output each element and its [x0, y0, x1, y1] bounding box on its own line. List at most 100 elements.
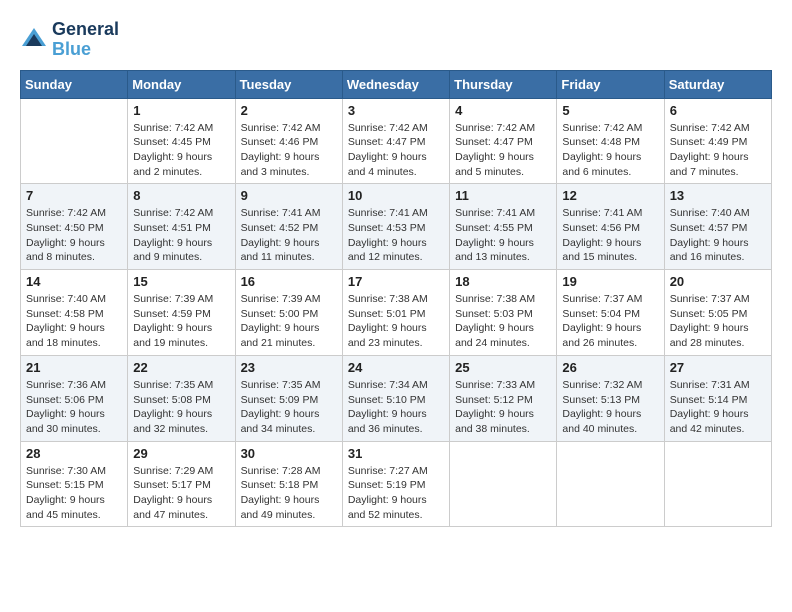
day-number: 1 [133, 103, 229, 118]
day-number: 24 [348, 360, 444, 375]
day-info: Sunrise: 7:42 AM Sunset: 4:48 PM Dayligh… [562, 121, 658, 180]
calendar-cell: 3 Sunrise: 7:42 AM Sunset: 4:47 PM Daylig… [342, 98, 449, 184]
day-info: Sunrise: 7:35 AM Sunset: 5:09 PM Dayligh… [241, 378, 337, 437]
calendar-week-row: 28 Sunrise: 7:30 AM Sunset: 5:15 PM Dayli… [21, 441, 772, 527]
day-info: Sunrise: 7:29 AM Sunset: 5:17 PM Dayligh… [133, 464, 229, 523]
day-info: Sunrise: 7:31 AM Sunset: 5:14 PM Dayligh… [670, 378, 766, 437]
day-info: Sunrise: 7:40 AM Sunset: 4:57 PM Dayligh… [670, 206, 766, 265]
calendar-cell: 30 Sunrise: 7:28 AM Sunset: 5:18 PM Dayli… [235, 441, 342, 527]
day-number: 22 [133, 360, 229, 375]
day-info: Sunrise: 7:27 AM Sunset: 5:19 PM Dayligh… [348, 464, 444, 523]
day-info: Sunrise: 7:33 AM Sunset: 5:12 PM Dayligh… [455, 378, 551, 437]
calendar-week-row: 14Sunrise: 7:40 AM Sunset: 4:58 PM Dayli… [21, 270, 772, 356]
calendar-cell: 11 Sunrise: 7:41 AM Sunset: 4:55 PM Dayli… [450, 184, 557, 270]
day-info: Sunrise: 7:39 AM Sunset: 4:59 PM Dayligh… [133, 292, 229, 351]
calendar-cell: 5 Sunrise: 7:42 AM Sunset: 4:48 PM Daylig… [557, 98, 664, 184]
day-number: 11 [455, 188, 551, 203]
calendar-header-row: SundayMondayTuesdayWednesdayThursdayFrid… [21, 70, 772, 98]
day-info: Sunrise: 7:42 AM Sunset: 4:47 PM Dayligh… [455, 121, 551, 180]
day-number: 16 [241, 274, 337, 289]
day-info: Sunrise: 7:37 AM Sunset: 5:05 PM Dayligh… [670, 292, 766, 351]
day-number: 9 [241, 188, 337, 203]
day-number: 5 [562, 103, 658, 118]
day-info: Sunrise: 7:39 AM Sunset: 5:00 PM Dayligh… [241, 292, 337, 351]
day-number: 2 [241, 103, 337, 118]
calendar-cell: 26Sunrise: 7:32 AM Sunset: 5:13 PM Dayli… [557, 355, 664, 441]
day-number: 27 [670, 360, 766, 375]
day-info: Sunrise: 7:42 AM Sunset: 4:51 PM Dayligh… [133, 206, 229, 265]
day-info: Sunrise: 7:40 AM Sunset: 4:58 PM Dayligh… [26, 292, 122, 351]
day-info: Sunrise: 7:32 AM Sunset: 5:13 PM Dayligh… [562, 378, 658, 437]
calendar-cell [450, 441, 557, 527]
calendar-cell: 31 Sunrise: 7:27 AM Sunset: 5:19 PM Dayli… [342, 441, 449, 527]
logo-icon [20, 26, 48, 54]
day-info: Sunrise: 7:28 AM Sunset: 5:18 PM Dayligh… [241, 464, 337, 523]
day-info: Sunrise: 7:38 AM Sunset: 5:03 PM Dayligh… [455, 292, 551, 351]
day-info: Sunrise: 7:42 AM Sunset: 4:50 PM Dayligh… [26, 206, 122, 265]
day-info: Sunrise: 7:42 AM Sunset: 4:46 PM Dayligh… [241, 121, 337, 180]
calendar-cell: 16 Sunrise: 7:39 AM Sunset: 5:00 PM Dayli… [235, 270, 342, 356]
calendar-cell: 29 Sunrise: 7:29 AM Sunset: 5:17 PM Dayli… [128, 441, 235, 527]
calendar-cell: 20 Sunrise: 7:37 AM Sunset: 5:05 PM Dayli… [664, 270, 771, 356]
day-number: 17 [348, 274, 444, 289]
calendar-cell: 18Sunrise: 7:38 AM Sunset: 5:03 PM Dayli… [450, 270, 557, 356]
calendar-cell: 2 Sunrise: 7:42 AM Sunset: 4:46 PM Daylig… [235, 98, 342, 184]
day-number: 15 [133, 274, 229, 289]
day-number: 25 [455, 360, 551, 375]
calendar-cell: 21 Sunrise: 7:36 AM Sunset: 5:06 PM Dayli… [21, 355, 128, 441]
column-header-friday: Friday [557, 70, 664, 98]
day-info: Sunrise: 7:38 AM Sunset: 5:01 PM Dayligh… [348, 292, 444, 351]
calendar-cell: 25 Sunrise: 7:33 AM Sunset: 5:12 PM Dayli… [450, 355, 557, 441]
day-number: 29 [133, 446, 229, 461]
day-number: 12 [562, 188, 658, 203]
calendar-cell: 9 Sunrise: 7:41 AM Sunset: 4:52 PM Daylig… [235, 184, 342, 270]
calendar-cell: 6 Sunrise: 7:42 AM Sunset: 4:49 PM Daylig… [664, 98, 771, 184]
day-info: Sunrise: 7:42 AM Sunset: 4:47 PM Dayligh… [348, 121, 444, 180]
day-number: 13 [670, 188, 766, 203]
calendar-week-row: 7Sunrise: 7:42 AM Sunset: 4:50 PM Daylig… [21, 184, 772, 270]
day-number: 31 [348, 446, 444, 461]
day-info: Sunrise: 7:30 AM Sunset: 5:15 PM Dayligh… [26, 464, 122, 523]
calendar-cell: 23 Sunrise: 7:35 AM Sunset: 5:09 PM Dayli… [235, 355, 342, 441]
calendar-cell [557, 441, 664, 527]
day-number: 28 [26, 446, 122, 461]
day-info: Sunrise: 7:36 AM Sunset: 5:06 PM Dayligh… [26, 378, 122, 437]
day-info: Sunrise: 7:34 AM Sunset: 5:10 PM Dayligh… [348, 378, 444, 437]
day-number: 4 [455, 103, 551, 118]
day-number: 20 [670, 274, 766, 289]
calendar-cell: 28 Sunrise: 7:30 AM Sunset: 5:15 PM Dayli… [21, 441, 128, 527]
calendar-cell [664, 441, 771, 527]
column-header-wednesday: Wednesday [342, 70, 449, 98]
day-number: 30 [241, 446, 337, 461]
day-info: Sunrise: 7:42 AM Sunset: 4:49 PM Dayligh… [670, 121, 766, 180]
calendar-cell: 12 Sunrise: 7:41 AM Sunset: 4:56 PM Dayli… [557, 184, 664, 270]
column-header-monday: Monday [128, 70, 235, 98]
day-info: Sunrise: 7:41 AM Sunset: 4:55 PM Dayligh… [455, 206, 551, 265]
column-header-saturday: Saturday [664, 70, 771, 98]
calendar-cell: 8 Sunrise: 7:42 AM Sunset: 4:51 PM Daylig… [128, 184, 235, 270]
calendar-cell: 24 Sunrise: 7:34 AM Sunset: 5:10 PM Dayli… [342, 355, 449, 441]
day-number: 23 [241, 360, 337, 375]
calendar-cell: 17 Sunrise: 7:38 AM Sunset: 5:01 PM Dayli… [342, 270, 449, 356]
header: GeneralBlue [20, 20, 772, 60]
day-number: 3 [348, 103, 444, 118]
day-number: 19 [562, 274, 658, 289]
calendar-cell: 14Sunrise: 7:40 AM Sunset: 4:58 PM Dayli… [21, 270, 128, 356]
calendar-cell: 13 Sunrise: 7:40 AM Sunset: 4:57 PM Dayli… [664, 184, 771, 270]
calendar-cell: 22Sunrise: 7:35 AM Sunset: 5:08 PM Dayli… [128, 355, 235, 441]
logo-text: GeneralBlue [52, 20, 119, 60]
calendar: SundayMondayTuesdayWednesdayThursdayFrid… [20, 70, 772, 528]
day-number: 6 [670, 103, 766, 118]
day-number: 8 [133, 188, 229, 203]
day-info: Sunrise: 7:41 AM Sunset: 4:52 PM Dayligh… [241, 206, 337, 265]
calendar-cell: 27 Sunrise: 7:31 AM Sunset: 5:14 PM Dayli… [664, 355, 771, 441]
column-header-sunday: Sunday [21, 70, 128, 98]
day-info: Sunrise: 7:41 AM Sunset: 4:56 PM Dayligh… [562, 206, 658, 265]
calendar-cell: 4 Sunrise: 7:42 AM Sunset: 4:47 PM Daylig… [450, 98, 557, 184]
calendar-cell: 7Sunrise: 7:42 AM Sunset: 4:50 PM Daylig… [21, 184, 128, 270]
column-header-tuesday: Tuesday [235, 70, 342, 98]
logo: GeneralBlue [20, 20, 119, 60]
day-info: Sunrise: 7:41 AM Sunset: 4:53 PM Dayligh… [348, 206, 444, 265]
day-number: 10 [348, 188, 444, 203]
day-number: 21 [26, 360, 122, 375]
